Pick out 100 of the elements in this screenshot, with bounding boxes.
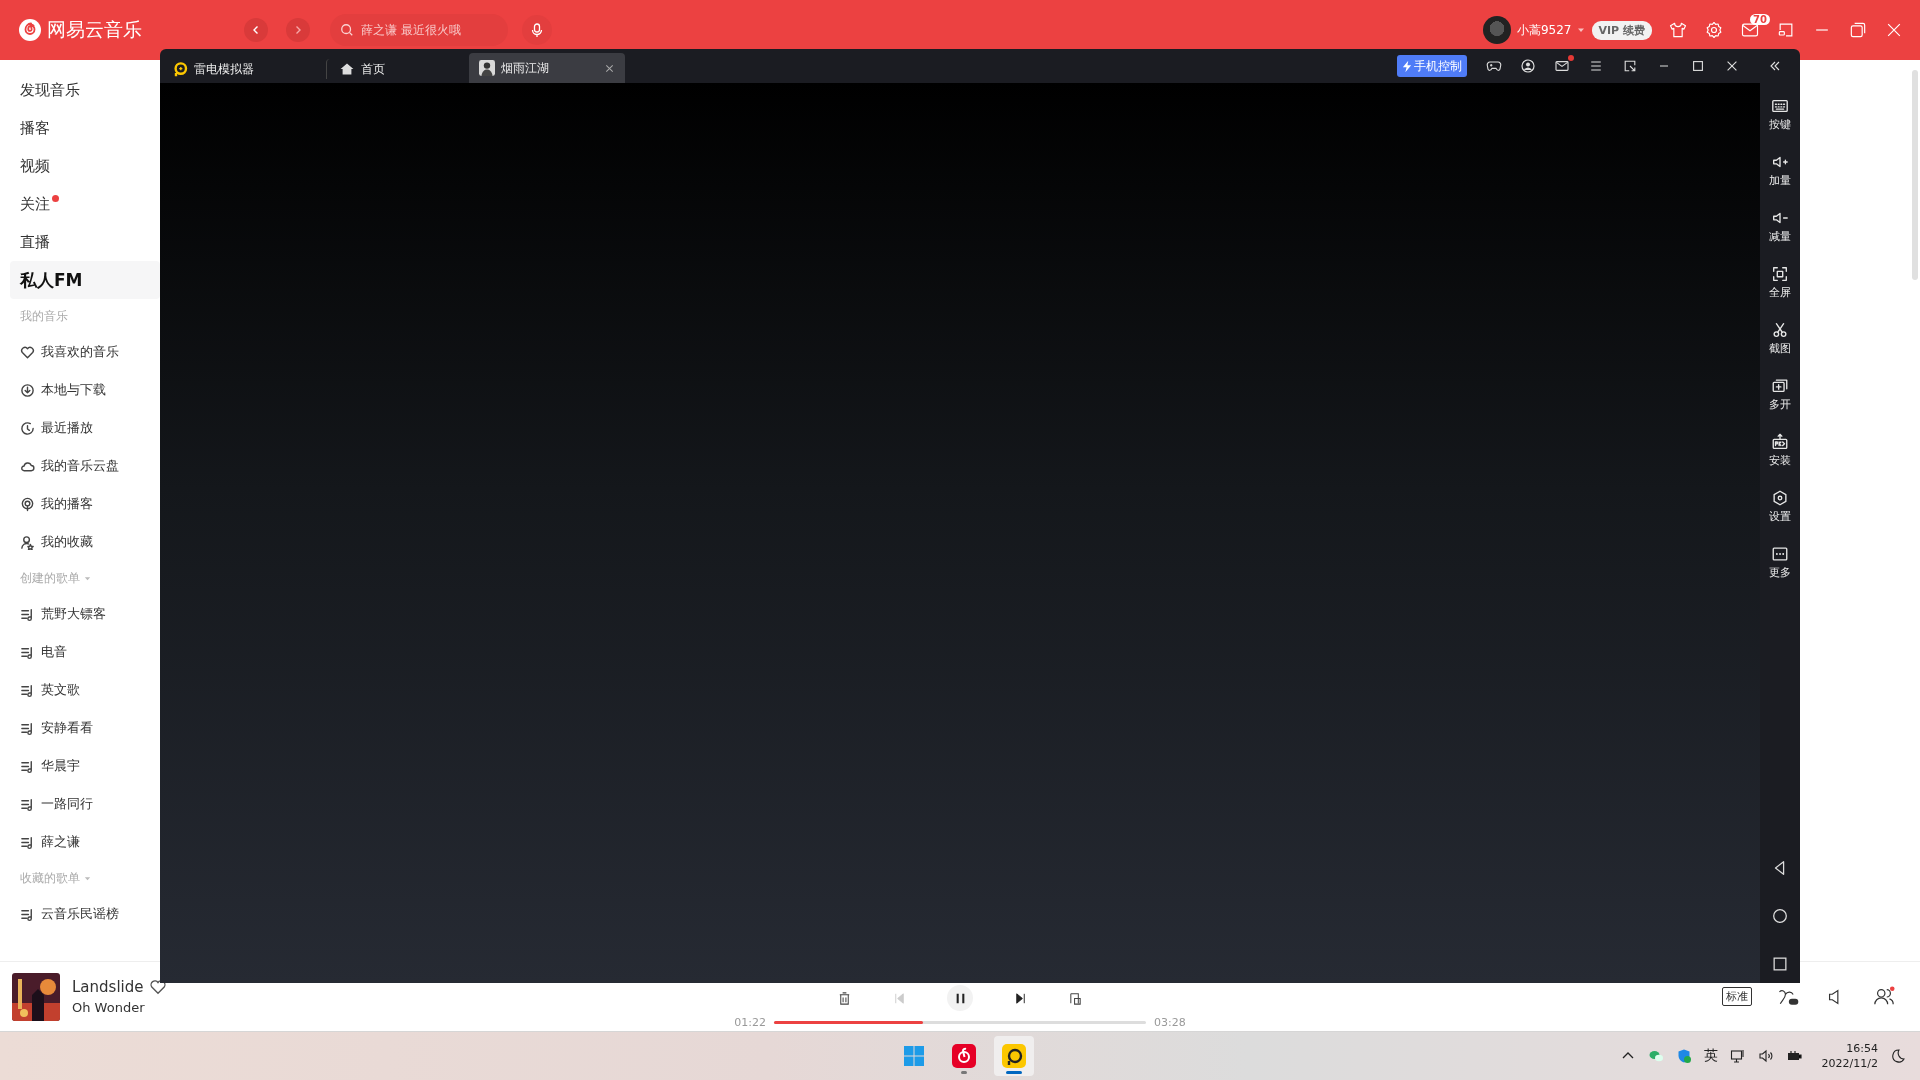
sidebar-item[interactable]: 直播 [10, 223, 160, 261]
heart-icon[interactable] [149, 978, 168, 996]
search-field[interactable]: 薛之谦 最近很火哦 [330, 14, 508, 46]
sidebar-item-label[interactable]: 本地与下载 [41, 381, 106, 399]
message-count-badge: 70 [1750, 14, 1770, 25]
tab[interactable]: 烟雨江湖 [469, 53, 625, 83]
sidebar-item[interactable]: 我的收藏 [10, 523, 160, 561]
app-logo-text: 网易云音乐 [47, 17, 142, 42]
emulator-app-icon [1002, 1044, 1026, 1068]
sidebar-item[interactable]: 播客 [10, 109, 160, 147]
chat-icon[interactable] [1647, 1048, 1664, 1064]
recent-apps-icon[interactable] [1771, 955, 1789, 973]
lightning-icon [1402, 59, 1412, 73]
sidebar-item-label[interactable]: 我的音乐云盘 [41, 457, 119, 475]
sidebar-item[interactable]: 发现音乐 [10, 71, 160, 109]
sidebar-item[interactable]: 关注 [10, 185, 160, 223]
section-title: 我的音乐 [20, 307, 68, 325]
phone-control-button[interactable]: 手机控制 [1397, 55, 1467, 77]
search-input[interactable]: 薛之谦 最近很火哦 [359, 22, 493, 38]
next-icon[interactable] [1013, 990, 1028, 1006]
close-tab-icon[interactable] [604, 62, 615, 74]
sidebar-item[interactable]: 视频 [10, 147, 160, 185]
sidebar-item[interactable]: 一路同行 [10, 785, 160, 823]
maximize-icon[interactable] [1690, 58, 1706, 74]
progress-bar[interactable] [774, 1021, 1146, 1024]
lyrics-icon[interactable] [1068, 990, 1083, 1006]
playlist-icon [20, 606, 35, 622]
toolbar-button[interactable]: 减量 [1769, 209, 1791, 257]
sidebar-item[interactable]: 最近播放 [10, 409, 160, 447]
sidebar-item-label[interactable]: 安静看看 [41, 719, 93, 737]
sidebar-item[interactable]: 英文歌 [10, 671, 160, 709]
toolbar-button[interactable]: 全屏 [1769, 265, 1791, 313]
artist-name[interactable]: Oh Wonder [72, 1000, 372, 1015]
mail-icon[interactable] [1554, 58, 1570, 74]
sidebar-item[interactable]: 本地与下载 [10, 371, 160, 409]
sidebar-item-label[interactable]: 华晨宇 [41, 757, 80, 775]
more-icon [1771, 545, 1789, 563]
home-icon [339, 61, 355, 77]
collect-icon [20, 534, 35, 550]
toolbar-button[interactable]: 设置 [1769, 489, 1791, 537]
clock-time[interactable]: 16:54 [1846, 1042, 1878, 1055]
elapsed-time: 01:22 [734, 1016, 766, 1029]
sidebar-item[interactable]: 电音 [10, 633, 160, 671]
playlist-icon [20, 644, 35, 660]
account-icon[interactable] [1520, 58, 1536, 74]
vip-badge[interactable]: VIP 续费 [1591, 20, 1652, 40]
toolbar-button[interactable]: 截图 [1769, 321, 1791, 369]
sidebar-item[interactable]: 私人FM [10, 261, 160, 299]
playlist-icon [20, 682, 35, 698]
resize-icon[interactable] [1622, 58, 1638, 74]
input-language[interactable]: 英 [1703, 1047, 1718, 1065]
pause-button[interactable] [947, 985, 973, 1011]
trash-icon[interactable] [837, 990, 852, 1006]
settings-icon[interactable] [1704, 20, 1724, 40]
sidebar-item-label[interactable]: 最近播放 [41, 419, 93, 437]
sidebar-item[interactable]: 荒野大镖客 [10, 595, 160, 633]
sidebar-item[interactable]: 我喜欢的音乐 [10, 333, 160, 371]
tab[interactable]: 雷电模拟器 [172, 55, 322, 83]
sidebar-item-label[interactable]: 我的收藏 [41, 533, 93, 551]
gamepad-icon[interactable] [1486, 58, 1502, 74]
sidebar-item[interactable]: 安静看看 [10, 709, 160, 747]
home-icon[interactable] [1771, 907, 1789, 925]
user-avatar[interactable] [1482, 16, 1511, 44]
toolbar-button[interactable]: 加量 [1769, 153, 1791, 201]
sidebar-item-label[interactable]: 英文歌 [41, 681, 80, 699]
clock-date[interactable]: 2022/11/2 [1821, 1057, 1878, 1070]
sidebar-item-label[interactable]: 薛之谦 [41, 833, 80, 851]
sidebar-item[interactable]: 我的播客 [10, 485, 160, 523]
sidebar-item-label[interactable]: 我的播客 [41, 495, 93, 513]
moon-icon[interactable] [1890, 1048, 1906, 1064]
sidebar-item-label[interactable]: 一路同行 [41, 795, 93, 813]
search-icon [340, 23, 354, 37]
song-title[interactable]: Landslide [72, 978, 144, 996]
voice-search-button[interactable] [522, 15, 552, 45]
taskbar-app[interactable] [994, 1036, 1034, 1076]
shirt-icon[interactable] [1668, 20, 1688, 40]
playlist-icon [20, 720, 35, 736]
album-cover[interactable] [12, 972, 60, 1021]
toolbar-button[interactable]: 更多 [1769, 545, 1791, 593]
sidebar-item-label[interactable]: 荒野大镖客 [41, 605, 106, 623]
scrollbar[interactable] [1912, 70, 1918, 280]
quality-button[interactable]: 标准 [1722, 987, 1752, 1006]
sidebar-item[interactable]: 我的音乐云盘 [10, 447, 160, 485]
sidebar-item[interactable]: 薛之谦 [10, 823, 160, 861]
toolbar-button[interactable]: 安装 [1769, 433, 1791, 481]
sidebar-item-label[interactable]: 电音 [41, 643, 67, 661]
emulator-logo-icon [172, 61, 188, 77]
sidebar-item[interactable]: 云音乐民谣榜 [10, 895, 160, 933]
sidebar-item[interactable]: 华晨宇 [10, 747, 160, 785]
sidebar-item-label[interactable]: 我喜欢的音乐 [41, 343, 119, 361]
network-icon[interactable] [1729, 1048, 1746, 1064]
toolbar-button[interactable]: 多开 [1769, 377, 1791, 425]
fullscreen-icon [1771, 265, 1789, 283]
menu-icon[interactable] [1588, 58, 1604, 74]
restore-icon[interactable] [1848, 20, 1868, 40]
playlist-icon [20, 906, 35, 922]
sidebar-item-label[interactable]: 云音乐民谣榜 [41, 905, 119, 923]
toolbar-button[interactable]: 按键 [1769, 97, 1791, 145]
user-name[interactable]: 小蒿9527 [1516, 21, 1572, 39]
volume-icon[interactable] [1757, 1048, 1774, 1064]
